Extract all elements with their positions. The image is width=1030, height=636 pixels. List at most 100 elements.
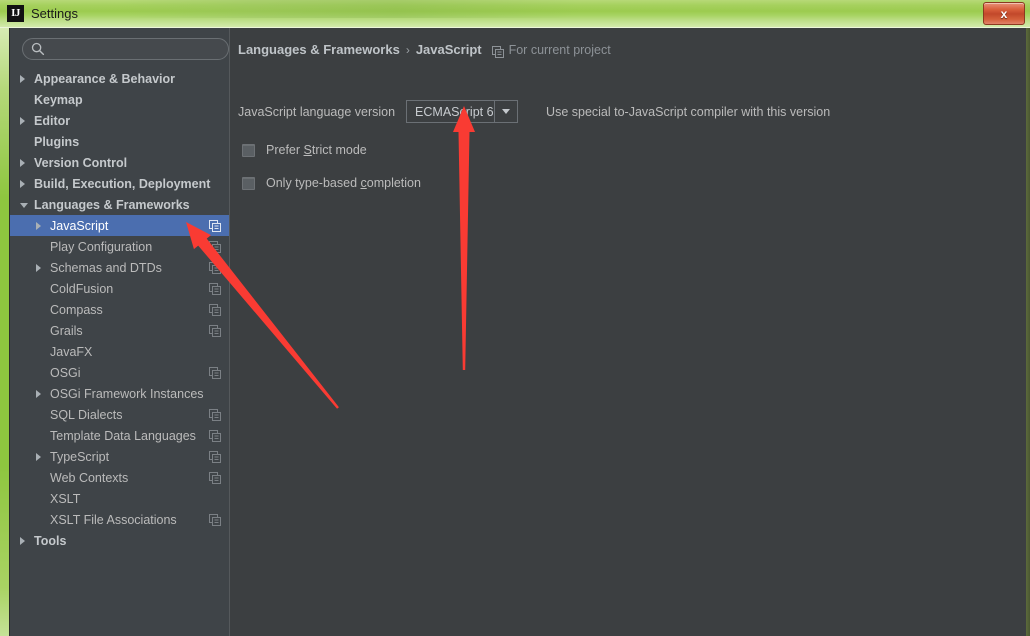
sidebar-item-label: OSGi Framework Instances (50, 386, 204, 401)
sidebar-item-label: Template Data Languages (50, 428, 196, 443)
sidebar-item-xslt[interactable]: XSLT (10, 488, 229, 509)
breadcrumb: Languages & Frameworks › JavaScript For … (238, 42, 611, 58)
breadcrumb-current: JavaScript (415, 42, 482, 57)
window-title: Settings (31, 6, 78, 21)
chevron-right-icon[interactable] (36, 452, 41, 461)
sidebar-item-javascript[interactable]: JavaScript (10, 215, 229, 236)
prefer-strict-mode-checkbox-row[interactable]: Prefer Strict mode (242, 143, 367, 157)
close-window-button[interactable]: x (983, 2, 1025, 25)
sidebar-item-label: Keymap (34, 92, 83, 107)
sidebar-item-label: Schemas and DTDs (50, 260, 162, 275)
copy-icon (209, 324, 221, 337)
sidebar-item-languages-frameworks[interactable]: Languages & Frameworks (10, 194, 229, 215)
sidebar-item-keymap[interactable]: Keymap (10, 89, 229, 110)
search-icon (31, 42, 45, 56)
copy-icon (209, 282, 221, 295)
sidebar-item-label: Editor (34, 113, 71, 128)
sidebar-item-grails[interactable]: Grails (10, 320, 229, 341)
sidebar-item-plugins[interactable]: Plugins (10, 131, 229, 152)
settings-main-panel: Languages & Frameworks › JavaScript For … (234, 28, 1026, 636)
sidebar-item-label: Plugins (34, 134, 80, 149)
copy-icon (209, 450, 221, 463)
sidebar-item-label: Version Control (34, 155, 128, 170)
window-frame-left (0, 28, 9, 636)
copy-icon (491, 45, 504, 58)
copy-icon (209, 513, 221, 526)
search-field-wrapper (22, 38, 229, 60)
js-language-version-row: JavaScript language version ECMAScript 6… (238, 100, 830, 123)
prefer-strict-mode-label: Prefer Strict mode (266, 143, 367, 157)
sidebar-item-tools[interactable]: Tools (10, 530, 229, 551)
copy-icon (209, 366, 221, 379)
js-language-version-label: JavaScript language version (238, 104, 396, 119)
sidebar-item-label: XSLT (50, 491, 81, 506)
sidebar-item-xslt-file-associations[interactable]: XSLT File Associations (10, 509, 229, 530)
sidebar-item-play-configuration[interactable]: Play Configuration (10, 236, 229, 257)
chevron-right-icon[interactable] (36, 221, 41, 230)
sidebar-item-sql-dialects[interactable]: SQL Dialects (10, 404, 229, 425)
sidebar-item-label: ColdFusion (50, 281, 114, 296)
sidebar-item-label: TypeScript (50, 449, 110, 464)
breadcrumb-parent[interactable]: Languages & Frameworks (238, 42, 400, 57)
js-language-version-dropdown[interactable]: ECMAScript 6 (406, 100, 519, 123)
sidebar-item-coldfusion[interactable]: ColdFusion (10, 278, 229, 299)
only-type-based-completion-checkbox-row[interactable]: Only type-based completion (242, 176, 421, 190)
copy-icon (209, 261, 221, 274)
js-language-version-value: ECMAScript 6 (415, 104, 494, 119)
sidebar-item-label: Compass (50, 302, 103, 317)
sidebar-item-label: JavaFX (50, 344, 93, 359)
sidebar-item-javafx[interactable]: JavaFX (10, 341, 229, 362)
prefer-strict-mode-checkbox[interactable] (242, 143, 255, 157)
sidebar-item-appearance-behavior[interactable]: Appearance & Behavior (10, 68, 229, 89)
copy-icon (209, 219, 221, 232)
chevron-right-icon[interactable] (36, 389, 41, 398)
chevron-right-icon[interactable] (20, 158, 25, 167)
copy-icon (209, 471, 221, 484)
prefer-strict-mode-label-pre: Prefer (266, 143, 304, 157)
chevron-right-icon[interactable] (20, 74, 25, 83)
intellij-idea-icon: IJ (7, 5, 24, 22)
sidebar-item-label: OSGi (50, 365, 81, 380)
chevron-right-icon[interactable] (20, 536, 25, 545)
sidebar-item-osgi-framework-instances[interactable]: OSGi Framework Instances (10, 383, 229, 404)
chevron-right-icon[interactable] (20, 116, 25, 125)
copy-icon (209, 240, 221, 253)
only-type-based-completion-checkbox[interactable] (242, 176, 255, 190)
dropdown-toggle-button[interactable] (494, 101, 517, 122)
copy-icon (209, 408, 221, 421)
sidebar-item-osgi[interactable]: OSGi (10, 362, 229, 383)
settings-window: IJ Settings x Appearance & Behavior Keyma… (0, 0, 1030, 636)
sidebar-item-typescript[interactable]: TypeScript (10, 446, 229, 467)
sidebar-item-editor[interactable]: Editor (10, 110, 229, 131)
sidebar-item-label: SQL Dialects (50, 407, 123, 422)
sidebar-item-label: Web Contexts (50, 470, 129, 485)
sidebar-item-label: Build, Execution, Deployment (34, 176, 211, 191)
chevron-down-icon (502, 109, 511, 114)
sidebar-item-schemas-and-dtds[interactable]: Schemas and DTDs (10, 257, 229, 278)
sidebar-item-template-data-languages[interactable]: Template Data Languages (10, 425, 229, 446)
chevron-right-icon[interactable] (20, 179, 25, 188)
window-frame-right (1026, 28, 1030, 636)
sidebar-item-version-control[interactable]: Version Control (10, 152, 229, 173)
only-type-based-completion-label-pre: Only type-based (266, 176, 361, 190)
sidebar-item-compass[interactable]: Compass (10, 299, 229, 320)
sidebar-item-build-execution-deployment[interactable]: Build, Execution, Deployment (10, 173, 229, 194)
sidebar-item-label: Appearance & Behavior (34, 71, 176, 86)
sidebar-item-label: XSLT File Associations (50, 512, 177, 527)
prefer-strict-mode-mnemonic: S (303, 143, 312, 157)
only-type-based-completion-label: Only type-based completion (266, 176, 421, 190)
settings-category-tree: Appearance & Behavior Keymap Editor Plugins… (10, 68, 229, 551)
sidebar-item-web-contexts[interactable]: Web Contexts (10, 467, 229, 488)
js-language-version-hint: Use special to-JavaScript compiler with … (546, 104, 831, 119)
sidebar-item-label: Play Configuration (50, 239, 153, 254)
copy-icon (209, 429, 221, 442)
sidebar-item-label: Grails (50, 323, 83, 338)
titlebar-sheen (120, 0, 580, 18)
sidebar-item-label: Tools (34, 533, 67, 548)
copy-icon (209, 303, 221, 316)
breadcrumb-scope-text: For current project (508, 42, 611, 57)
chevron-down-icon[interactable] (20, 203, 28, 208)
search-input[interactable] (49, 40, 225, 59)
chevron-right-icon[interactable] (36, 263, 41, 272)
prefer-strict-mode-label-post: trict mode (311, 143, 367, 157)
